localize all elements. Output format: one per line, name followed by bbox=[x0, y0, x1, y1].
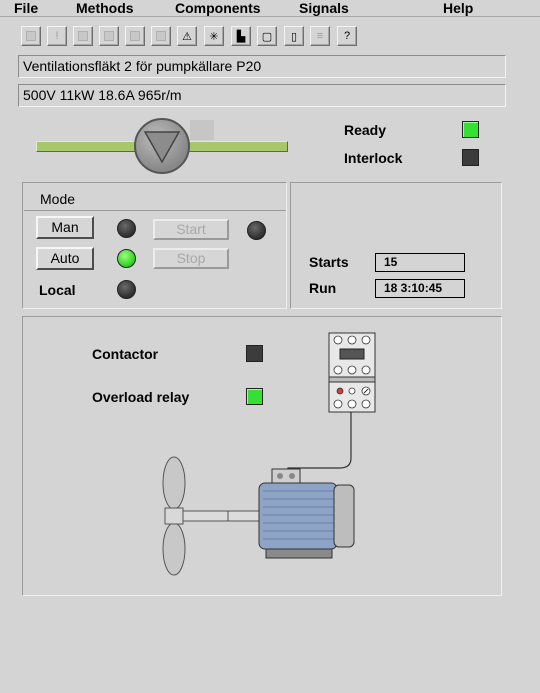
blank-icon bbox=[78, 31, 88, 41]
slider-shadow bbox=[190, 120, 214, 140]
help-toolbar-button[interactable]: ? bbox=[337, 26, 357, 46]
man-indicator bbox=[117, 219, 136, 238]
run-value: 18 3:10:45 bbox=[375, 279, 465, 298]
mode-title: Mode bbox=[40, 191, 76, 207]
start-button[interactable]: Start bbox=[153, 219, 229, 240]
star-toolbar-button[interactable]: ✳ bbox=[204, 26, 224, 46]
blank-toolbar-button[interactable] bbox=[151, 26, 171, 46]
local-label: Local bbox=[39, 282, 76, 298]
menu-methods[interactable]: Methods bbox=[76, 0, 134, 16]
specification-field: 500V 11kW 18.6A 965r/m bbox=[18, 84, 506, 107]
fan-symbol-knob[interactable] bbox=[134, 118, 190, 174]
blocks-icon: ▙ bbox=[236, 30, 246, 43]
stop-button[interactable]: Stop bbox=[153, 248, 229, 269]
blank-icon bbox=[26, 31, 36, 41]
contactor-indicator bbox=[246, 345, 263, 362]
blank-toolbar-button[interactable] bbox=[125, 26, 145, 46]
blank-icon bbox=[156, 31, 166, 41]
menu-bar: File Methods Components Signals Help bbox=[0, 0, 540, 17]
menu-signals[interactable]: Signals bbox=[299, 0, 349, 16]
help-icon: ? bbox=[343, 30, 351, 42]
blank-icon bbox=[130, 31, 140, 41]
menu-components[interactable]: Components bbox=[175, 0, 261, 16]
fan-triangle-icon bbox=[143, 131, 181, 164]
square-icon: ▢ bbox=[261, 30, 273, 43]
blank-toolbar-button[interactable] bbox=[21, 26, 41, 46]
starts-value: 15 bbox=[375, 253, 465, 272]
list-toolbar-button[interactable]: ≡ bbox=[310, 26, 330, 46]
auto-indicator bbox=[117, 249, 136, 268]
blocks-toolbar-button[interactable]: ▙ bbox=[231, 26, 251, 46]
blank-toolbar-button[interactable] bbox=[73, 26, 93, 46]
blank-toolbar-button[interactable] bbox=[99, 26, 119, 46]
local-indicator bbox=[117, 280, 136, 299]
fan-motor-icon bbox=[162, 456, 355, 576]
exclamation-toolbar-button[interactable]: ! bbox=[47, 26, 67, 46]
starts-label: Starts bbox=[309, 254, 349, 270]
contactor-label: Contactor bbox=[92, 346, 159, 362]
man-button[interactable]: Man bbox=[36, 216, 94, 239]
blank-icon bbox=[104, 31, 114, 41]
overload-indicator bbox=[246, 388, 263, 405]
auto-button[interactable]: Auto bbox=[36, 247, 94, 270]
ready-indicator bbox=[462, 121, 479, 138]
menu-help[interactable]: Help bbox=[443, 0, 473, 16]
overload-label: Overload relay bbox=[92, 389, 190, 405]
ready-label: Ready bbox=[344, 122, 387, 138]
interlock-indicator bbox=[462, 149, 479, 166]
run-label: Run bbox=[309, 280, 337, 296]
list-icon: ≡ bbox=[316, 30, 324, 42]
description-field: Ventilationsfläkt 2 för pumpkällare P20 bbox=[18, 55, 506, 78]
warning-icon: ⚠ bbox=[182, 30, 192, 43]
exclamation-icon: ! bbox=[55, 30, 59, 42]
interlock-label: Interlock bbox=[344, 150, 403, 166]
contactor-device-icon bbox=[328, 332, 376, 413]
document-icon: ▯ bbox=[290, 30, 298, 43]
mode-divider bbox=[24, 210, 286, 211]
document-toolbar-button[interactable]: ▯ bbox=[284, 26, 304, 46]
warning-toolbar-button[interactable]: ⚠ bbox=[177, 26, 197, 46]
star-icon: ✳ bbox=[209, 30, 219, 43]
start-indicator bbox=[247, 221, 266, 240]
square-toolbar-button[interactable]: ▢ bbox=[257, 26, 277, 46]
menu-file[interactable]: File bbox=[14, 0, 38, 16]
